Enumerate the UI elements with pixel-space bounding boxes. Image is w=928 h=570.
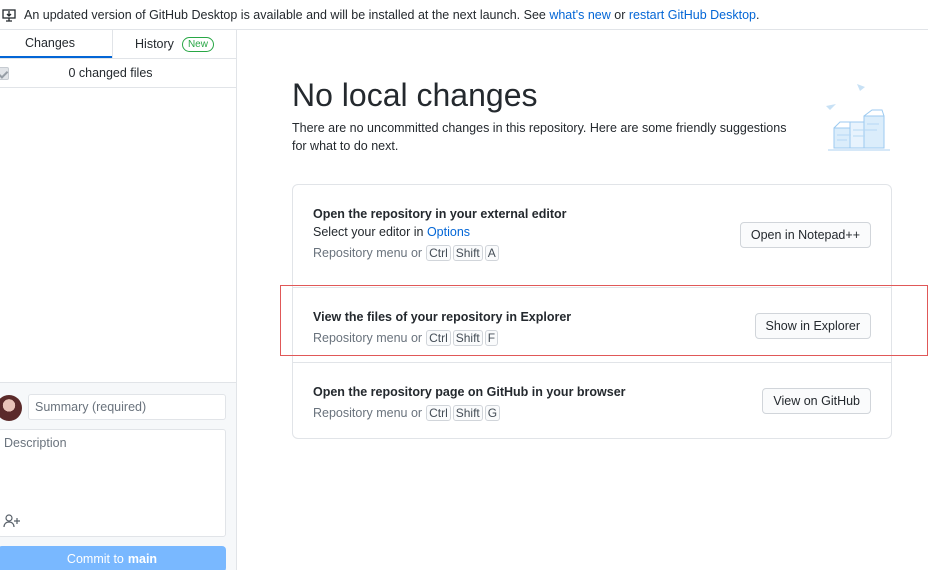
- key-shift: Shift: [452, 245, 483, 261]
- suggestion-view-on-github: Open the repository page on GitHub in yo…: [293, 363, 891, 439]
- page-title: No local changes: [292, 77, 538, 113]
- tab-changes[interactable]: Changes: [0, 30, 112, 58]
- page-subtitle: There are no uncommitted changes in this…: [292, 121, 787, 153]
- tab-history-label: History: [135, 37, 174, 51]
- open-in-editor-button[interactable]: Open in Notepad++: [739, 222, 871, 248]
- key-a: A: [484, 245, 499, 261]
- select-all-checkbox[interactable]: [0, 67, 9, 80]
- desktop-download-icon: [0, 6, 18, 24]
- suggestion-open-editor: Open the repository in your external edi…: [293, 185, 891, 288]
- key-ctrl: Ctrl: [426, 245, 451, 261]
- whats-new-link[interactable]: what's new: [549, 8, 610, 22]
- restart-link[interactable]: restart GitHub Desktop: [629, 8, 756, 22]
- summary-input[interactable]: Summary (required): [28, 394, 226, 420]
- banner-text: An updated version of GitHub Desktop is …: [24, 7, 760, 22]
- commit-branch-name: main: [127, 552, 158, 566]
- tab-changes-label: Changes: [24, 36, 76, 50]
- add-coauthor-icon[interactable]: [3, 514, 21, 528]
- commit-area: Summary (required) Description Commit to…: [0, 382, 236, 570]
- suggestion-title: Open the repository in your external edi…: [313, 207, 567, 221]
- commit-button-label: Commit to: [66, 552, 124, 566]
- changed-files-header: 0 changed files: [0, 59, 236, 88]
- shortcut-prefix: Repository menu or: [313, 246, 423, 260]
- key-ctrl: Ctrl: [426, 405, 451, 421]
- key-g: G: [484, 405, 501, 421]
- sidebar-tabs: Changes History New: [0, 30, 236, 59]
- key-shift: Shift: [452, 405, 483, 421]
- shortcut-prefix: Repository menu or: [313, 406, 423, 420]
- new-badge: New: [181, 36, 214, 52]
- highlight-box: [280, 285, 928, 356]
- tab-history[interactable]: History New: [112, 30, 236, 58]
- view-on-github-button[interactable]: View on GitHub: [762, 388, 871, 414]
- changed-files-count: 0 changed files: [68, 66, 153, 80]
- description-input[interactable]: Description: [0, 429, 226, 537]
- update-banner: An updated version of GitHub Desktop is …: [0, 0, 928, 30]
- commit-button[interactable]: Commit to main: [0, 546, 226, 570]
- empty-state-illustration: [822, 80, 892, 155]
- description-placeholder: Description: [4, 436, 67, 450]
- sidebar: Changes History New 0 changed files Summ…: [0, 30, 237, 570]
- avatar: [0, 395, 22, 421]
- options-link[interactable]: Options: [427, 225, 470, 239]
